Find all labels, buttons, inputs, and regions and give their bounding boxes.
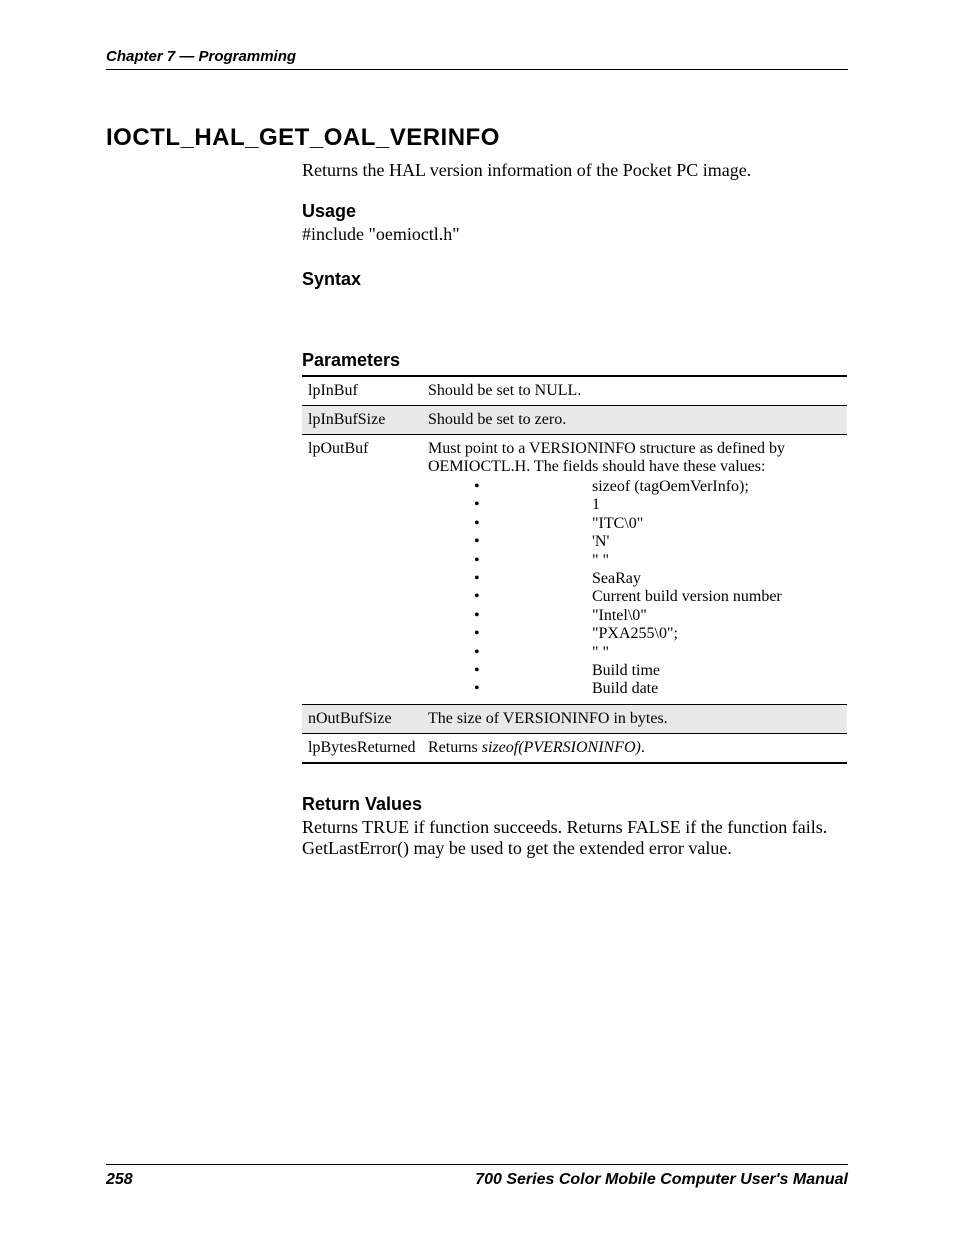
list-item: 'N' — [474, 533, 841, 551]
table-row: lpInBuf Should be set to NULL. — [302, 376, 847, 406]
list-item: SeaRay — [474, 570, 841, 588]
list-item: sizeof (tagOemVerInfo); — [474, 478, 841, 496]
param-desc: Should be set to NULL. — [422, 376, 847, 406]
table-row: lpInBufSize Should be set to zero. — [302, 406, 847, 435]
table-row: lpBytesReturned Returns sizeof(PVERSIONI… — [302, 733, 847, 763]
list-item: 1 — [474, 496, 841, 514]
list-item: " " — [474, 552, 841, 570]
header-rule — [106, 69, 848, 70]
syntax-heading: Syntax — [302, 269, 848, 290]
usage-heading: Usage — [302, 201, 848, 222]
param-desc: Returns sizeof(PVERSIONINFO). — [422, 733, 847, 763]
footer-rule — [106, 1164, 848, 1165]
list-item: Build time — [474, 662, 841, 680]
list-item: "PXA255\0"; — [474, 625, 841, 643]
param-desc: Should be set to zero. — [422, 406, 847, 435]
list-item: Build date — [474, 680, 841, 698]
list-item: Current build version number — [474, 588, 841, 606]
page-number: 258 — [106, 1171, 133, 1189]
param-desc-italic: sizeof(PVERSIONINFO) — [482, 739, 641, 756]
param-name: lpInBuf — [302, 376, 422, 406]
param-name: nOutBufSize — [302, 704, 422, 733]
param-desc-prefix: Returns — [428, 739, 482, 756]
page-footer: 258 700 Series Color Mobile Computer Use… — [106, 1164, 848, 1189]
chapter-header: Chapter 7 — Programming — [106, 48, 848, 65]
param-desc: Must point to a VERSIONINFO structure as… — [422, 435, 847, 705]
list-item: " " — [474, 644, 841, 662]
return-values-text: Returns TRUE if function succeeds. Retur… — [302, 817, 848, 859]
param-name: lpOutBuf — [302, 435, 422, 705]
return-values-heading: Return Values — [302, 794, 848, 815]
manual-title: 700 Series Color Mobile Computer User's … — [475, 1171, 848, 1189]
param-name: lpBytesReturned — [302, 733, 422, 763]
list-item: "ITC\0" — [474, 515, 841, 533]
intro-paragraph: Returns the HAL version information of t… — [302, 160, 848, 181]
param-desc: The size of VERSIONINFO in bytes. — [422, 704, 847, 733]
param-desc-lead: Must point to a VERSIONINFO structure as… — [428, 440, 785, 475]
param-name: lpInBufSize — [302, 406, 422, 435]
page-title: IOCTL_HAL_GET_OAL_VERINFO — [106, 124, 848, 152]
list-item: "Intel\0" — [474, 607, 841, 625]
param-desc-suffix: . — [641, 739, 645, 756]
usage-text: #include "oemioctl.h" — [302, 224, 848, 245]
table-row: nOutBufSize The size of VERSIONINFO in b… — [302, 704, 847, 733]
table-row: lpOutBuf Must point to a VERSIONINFO str… — [302, 435, 847, 705]
parameters-heading: Parameters — [302, 350, 848, 371]
parameters-table: lpInBuf Should be set to NULL. lpInBufSi… — [302, 375, 847, 764]
param-bullet-list: sizeof (tagOemVerInfo); 1 "ITC\0" 'N' " … — [474, 478, 841, 699]
